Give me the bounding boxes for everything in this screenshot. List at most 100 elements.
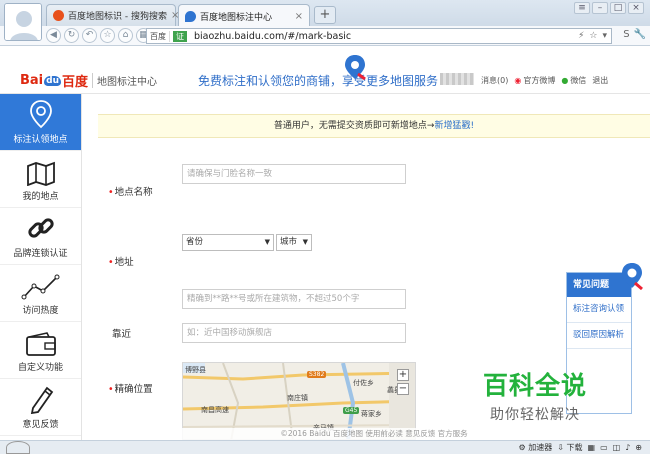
map-label: 博野县 [185,366,206,374]
header-slogan: 免费标注和认领您的商铺，享受更多地图服务 [198,74,439,88]
accelerator-button[interactable]: ⚙ 加速器 [519,442,553,453]
tab-title: 百度地图标识 - 搜狗搜索 [68,12,167,22]
logo-cn: 百度 [62,75,89,90]
address-label-text: 地址 [114,257,134,268]
nav-buttons: ◀ ↻ ↶ ☆ ⌂ ▦ [46,28,151,43]
menu-button[interactable]: ≡ [574,2,590,14]
notice-text: 普通用户，无需提交资质即可新增地点→ [273,121,435,131]
home-icon[interactable]: ⌂ [118,28,133,43]
user-avatar[interactable] [4,3,42,41]
window-controls: ≡ – □ × [574,2,644,14]
sidebar-item-my-places[interactable]: 我的地点 [0,151,81,208]
zoom-icon[interactable]: ⊕ [635,443,642,452]
map-icon [26,161,55,186]
chevron-down-icon: ▼ [264,238,270,246]
page-footer: ©2016 Baidu 百度地图 使用前必读 意见反馈 官方服务 [98,428,650,440]
pencil-icon [30,386,53,414]
undo-icon[interactable]: ↶ [82,28,97,43]
grid-icon[interactable]: ▦ [588,443,596,452]
verified-badge: 证 [173,30,187,42]
city-select[interactable]: 城市 ▼ [276,234,312,251]
refresh-icon[interactable]: ↻ [64,28,79,43]
sogou-favicon-icon [53,10,64,21]
faq-pin-icon [622,263,643,290]
sidebar-item-label: 我的地点 [22,192,59,202]
sidebar-item-brand-chain[interactable]: 品牌连锁认证 [0,208,81,265]
url-text[interactable]: biaozhu.baidu.com/#/mark-basic [194,31,351,42]
screen-icon[interactable]: ◫ [613,443,621,452]
watermark-title: 百科全说 [483,371,588,400]
tab-sogou-search[interactable]: 百度地图标识 - 搜狗搜索 × [46,4,179,26]
wechat-link[interactable]: ● 微信 [561,75,586,86]
minimize-button[interactable]: – [592,2,608,14]
place-name-label-text: 地点名称 [114,187,153,198]
zoom-out-button[interactable]: − [397,383,409,395]
sidebar-item-label: 自定义功能 [17,363,63,373]
map-label: 蒋家乡 [361,410,382,418]
browser-titlebar: 百度地图标识 - 搜狗搜索 × 百度地图标注中心 × + ≡ – □ × [0,0,650,41]
address-bar[interactable]: 百度 证 biaozhu.baidu.com/#/mark-basic ⚡ ☆ … [146,28,612,44]
street-address-input[interactable]: 精确到**路**号或所在建筑物，不超过50个字 [182,289,406,309]
notice-banner: 普通用户，无需提交资质即可新增地点→新增猛戳! [98,114,650,138]
map-road-label: S382 [307,371,327,378]
watermark-subtitle: 助你轻松解决 [490,407,580,423]
avatar-icon [5,4,41,40]
download-button[interactable]: ⇩ 下载 [557,442,582,453]
tab-baidu-mark[interactable]: 百度地图标注中心 × [178,4,310,27]
sound-icon[interactable]: ♪ [625,443,630,452]
close-icon[interactable]: × [295,11,303,22]
back-icon[interactable]: ◀ [46,28,61,43]
site-header: Bai du 百度 地图标注中心 免费标注和认领您的商铺，享受更多地图服务 消息… [0,46,650,94]
line-trend-icon [21,274,59,300]
city-value: 城市 [280,237,298,247]
new-tab-button[interactable]: + [314,6,336,24]
dropdown-icon[interactable]: ▾ [602,31,607,41]
wechat-label: 微信 [570,76,587,85]
favorites-icon[interactable]: ☆ [100,28,115,43]
toolbar-tools: S 🔧 [623,29,646,40]
faq-item-claim[interactable]: 标注咨询认领 [567,297,631,323]
download-label: 下载 [566,443,583,452]
required-mark: • [108,187,114,198]
sidebar-item-label: 访问热度 [22,306,59,316]
baidu-logo[interactable]: Bai du 百度 地图标注中心 [20,71,157,90]
browser-statusbar: ⚙ 加速器 ⇩ 下载 ▦ ▭ ◫ ♪ ⊕ [0,440,650,454]
place-name-input[interactable]: 请确保与门脸名称一致 [182,164,406,184]
wechat-icon: ● [561,76,569,85]
sidebar-item-mark-claim[interactable]: 标注认领地点 [0,94,81,151]
wrench-icon[interactable]: 🔧 [634,29,646,40]
close-window-button[interactable]: × [628,2,644,14]
sidebar-item-label: 意见反馈 [22,420,59,430]
download-icon: ⇩ [557,443,564,452]
sidebar-item-feedback[interactable]: 意见反馈 [0,379,81,436]
maximize-button[interactable]: □ [610,2,626,14]
weibo-label: 官方微博 [523,76,556,85]
zoom-in-button[interactable]: + [397,369,409,381]
sogou-icon[interactable]: S [623,29,629,40]
nearby-input[interactable]: 如：近中国移动旗舰店 [182,323,406,343]
add-place-link[interactable]: 新增猛戳! [434,121,474,131]
place-name-label: •地点名称 [108,184,153,198]
location-pin-icon [29,100,52,129]
province-select[interactable]: 省份 ▼ [182,234,274,251]
accelerator-label: 加速器 [528,443,553,452]
logout-label: 退出 [592,76,609,85]
weibo-link[interactable]: ◉ 官方微博 [514,75,555,86]
lightning-icon[interactable]: ⚡ [578,31,584,41]
nearby-label: 靠近 [112,329,132,340]
window-icon[interactable]: ▭ [600,443,608,452]
map-pin-logo-icon [345,55,366,80]
sidebar-item-custom-features[interactable]: 自定义功能 [0,322,81,379]
star-icon[interactable]: ☆ [589,31,597,41]
logo-du: du [44,75,61,86]
sidebar-item-label: 标注认领地点 [13,135,68,145]
messages-link[interactable]: 消息(0) [481,75,508,86]
precise-position-label-text: 精确位置 [114,384,153,395]
sidebar-item-visit-heat[interactable]: 访问热度 [0,265,81,322]
wallet-icon [25,332,56,356]
faq-item-rejection[interactable]: 驳回原因解析 [567,323,631,349]
map-label: 南昌高速 [201,406,229,414]
tab-title: 百度地图标注中心 [200,12,273,23]
logout-link[interactable]: 退出 [592,75,608,86]
status-indicator-icon [6,441,30,454]
